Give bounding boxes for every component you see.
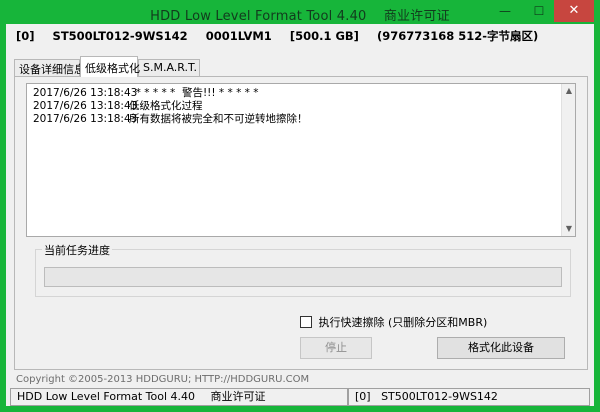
- log-time: 2017/6/26 13:18:43: [33, 113, 138, 125]
- log-message: 所有数据将被完全和不可逆转地擦除！: [129, 113, 308, 125]
- drive-model: ST500LT012-9WS142: [52, 29, 188, 43]
- minimize-button[interactable]: —: [492, 0, 518, 22]
- quick-erase-option[interactable]: 执行快速擦除 (只删除分区和MBR): [300, 314, 487, 330]
- status-license: 商业许可证: [210, 390, 266, 403]
- log-line: 2017/6/26 13:18:43低级格式化过程: [33, 100, 308, 113]
- progress-label: 当前任务进度: [42, 242, 112, 258]
- low-level-format-panel: 2017/6/26 13:18:43 * * * * * 警告!!! * * *…: [14, 76, 588, 370]
- close-icon: ✕: [568, 3, 580, 18]
- stop-button[interactable]: 停止: [300, 337, 372, 359]
- tab-device-details[interactable]: 设备详细信息: [14, 59, 85, 76]
- format-device-button[interactable]: 格式化此设备: [437, 337, 565, 359]
- window-title-text: HDD Low Level Format Tool 4.40: [150, 9, 367, 24]
- tab-low-level-format[interactable]: 低级格式化: [80, 56, 140, 77]
- progress-group: 当前任务进度: [35, 242, 571, 297]
- log-line: 2017/6/26 13:18:43所有数据将被完全和不可逆转地擦除！: [33, 113, 308, 126]
- log-scrollbar[interactable]: ▲ ▼: [561, 84, 575, 236]
- drive-info-header: [0] ST500LT012-9WS142 0001LVM1 [500.1 GB…: [16, 28, 552, 44]
- scroll-down-icon[interactable]: ▼: [562, 222, 576, 236]
- status-drive: [0] ST500LT012-9WS142: [348, 388, 590, 406]
- log-box[interactable]: 2017/6/26 13:18:43 * * * * * 警告!!! * * *…: [26, 83, 576, 237]
- maximize-button[interactable]: ☐: [526, 0, 552, 22]
- title-bar[interactable]: HDD Low Level Format Tool 4.40 商业许可证 — ☐…: [0, 0, 600, 24]
- log-lines: 2017/6/26 13:18:43 * * * * * 警告!!! * * *…: [33, 87, 308, 126]
- log-message: * * * * * 警告!!! * * * * *: [129, 87, 259, 99]
- scroll-up-icon[interactable]: ▲: [562, 84, 576, 98]
- app-window: HDD Low Level Format Tool 4.40 商业许可证 — ☐…: [0, 0, 600, 412]
- progress-bar: [44, 267, 562, 287]
- close-button[interactable]: ✕: [554, 0, 594, 22]
- window-title-license: 商业许可证: [383, 9, 450, 24]
- quick-erase-label: 执行快速擦除 (只删除分区和MBR): [318, 316, 488, 329]
- quick-erase-checkbox[interactable]: [300, 316, 312, 328]
- log-time: 2017/6/26 13:18:43: [33, 100, 138, 112]
- copyright-text: Copyright ©2005-2013 HDDGURU; HTTP://HDD…: [16, 374, 310, 385]
- drive-sectors: (976773168 512-字节扇区): [376, 29, 539, 43]
- minimize-icon: —: [499, 4, 511, 18]
- status-app-name: HDD Low Level Format Tool 4.40: [17, 390, 196, 403]
- drive-index: [0]: [16, 29, 35, 43]
- log-line: 2017/6/26 13:18:43 * * * * * 警告!!! * * *…: [33, 87, 308, 100]
- tab-smart[interactable]: S.M.A.R.T.: [138, 59, 200, 76]
- client-area: [0] ST500LT012-9WS142 0001LVM1 [500.1 GB…: [6, 24, 594, 406]
- log-message: 低级格式化过程: [129, 100, 203, 112]
- maximize-icon: ☐: [533, 4, 545, 18]
- status-bar: HDD Low Level Format Tool 4.40 商业许可证 [0]…: [10, 388, 590, 406]
- status-app-info: HDD Low Level Format Tool 4.40 商业许可证: [10, 388, 348, 406]
- drive-capacity: [500.1 GB]: [289, 29, 359, 43]
- drive-firmware: 0001LVM1: [205, 29, 272, 43]
- log-time: 2017/6/26 13:18:43: [33, 87, 138, 99]
